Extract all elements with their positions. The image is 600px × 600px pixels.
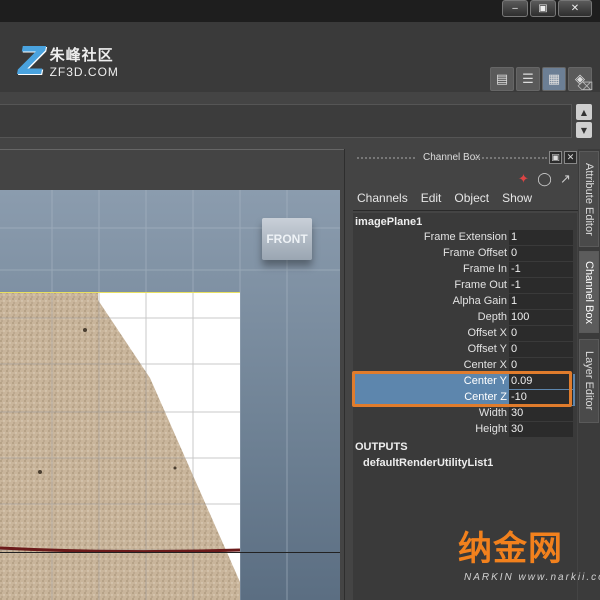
attr-row-offset-x[interactable]: Offset X 0 bbox=[353, 326, 575, 342]
scroll-down-icon[interactable]: ▼ bbox=[576, 122, 592, 138]
menu-channels[interactable]: Channels bbox=[357, 191, 408, 205]
attr-row-depth[interactable]: Depth 100 bbox=[353, 310, 575, 326]
command-scroll: ▲ ▼ bbox=[576, 104, 592, 138]
command-strip bbox=[0, 92, 600, 104]
outputs-header: OUTPUTS bbox=[355, 441, 408, 453]
image-plane bbox=[0, 292, 240, 600]
attr-row-frame-out[interactable]: Frame Out -1 bbox=[353, 278, 575, 294]
menu-edit[interactable]: Edit bbox=[421, 191, 442, 205]
horizon-line bbox=[0, 552, 340, 553]
side-tab-strip: Attribute Editor Channel Box Layer Edito… bbox=[578, 149, 600, 600]
stone-texture bbox=[0, 292, 240, 600]
watermark-cn: 纳金网 bbox=[458, 529, 563, 569]
minimize-button[interactable]: ‒ bbox=[502, 0, 528, 17]
close-panel-icon[interactable]: ✕ bbox=[564, 151, 577, 164]
attr-row-frame-extension[interactable]: Frame Extension 1 bbox=[353, 230, 575, 246]
scroll-up-icon[interactable]: ▲ bbox=[576, 104, 592, 120]
watermark-en: NARKIN www.narkii.com bbox=[464, 572, 600, 583]
command-history-field[interactable] bbox=[0, 104, 572, 138]
top-band: Z 朱峰社区 ZF3D.COM ▤ ☰ ▦ ◈ bbox=[0, 22, 600, 92]
annotation-highlight bbox=[352, 371, 572, 407]
clipboard-icon[interactable]: ▤ bbox=[490, 67, 514, 91]
channel-box-tools: ✦ ◯ ↗ bbox=[515, 171, 574, 188]
channel-box-toggle-icon[interactable]: ▦ bbox=[542, 67, 566, 91]
attr-row-frame-in[interactable]: Frame In -1 bbox=[353, 262, 575, 278]
menu-divider bbox=[353, 210, 578, 211]
arrow-icon[interactable]: ↗ bbox=[557, 171, 574, 188]
menu-object[interactable]: Object bbox=[454, 191, 489, 205]
attr-row-offset-y[interactable]: Offset Y 0 bbox=[353, 342, 575, 358]
tool-settings-icon[interactable]: ☰ bbox=[516, 67, 540, 91]
tab-attribute-editor[interactable]: Attribute Editor bbox=[579, 151, 599, 247]
panel-drag-grip-right[interactable] bbox=[475, 157, 547, 159]
logo-cn-text: 朱峰社区 bbox=[49, 46, 114, 64]
watermark: 纳金网 NARKIN www.narkii.com bbox=[458, 529, 600, 583]
attr-row-height[interactable]: Height 30 bbox=[353, 422, 575, 438]
title-bar: ‒ ▣ ✕ bbox=[0, 0, 600, 22]
logo-mark: Z bbox=[18, 39, 46, 83]
attr-row-alpha-gain[interactable]: Alpha Gain 1 bbox=[353, 294, 575, 310]
site-logo: Z 朱峰社区 ZF3D.COM bbox=[18, 42, 119, 80]
channel-box-title: Channel Box bbox=[423, 152, 481, 163]
logo-en-text: ZF3D.COM bbox=[49, 64, 119, 79]
menu-show[interactable]: Show bbox=[502, 191, 532, 205]
panel-drag-grip[interactable] bbox=[357, 157, 415, 159]
tab-channel-box[interactable]: Channel Box bbox=[579, 251, 599, 333]
attr-row-frame-offset[interactable]: Frame Offset 0 bbox=[353, 246, 575, 262]
tab-layer-editor[interactable]: Layer Editor bbox=[579, 339, 599, 423]
node-name[interactable]: imagePlane1 bbox=[355, 216, 422, 228]
float-panel-icon[interactable]: ▣ bbox=[549, 151, 562, 164]
channel-box-menu: Channels Edit Object Show bbox=[357, 191, 532, 205]
speed-icon[interactable]: ◯ bbox=[536, 171, 553, 188]
restore-button[interactable]: ▣ bbox=[530, 0, 556, 17]
manipulator-icon[interactable]: ✦ bbox=[515, 171, 532, 188]
close-button[interactable]: ✕ bbox=[558, 0, 592, 17]
window-controls: ‒ ▣ ✕ bbox=[502, 0, 592, 17]
output-node[interactable]: defaultRenderUtilityList1 bbox=[363, 457, 493, 469]
view-cube[interactable]: FRONT bbox=[262, 218, 312, 260]
front-viewport[interactable]: FRONT bbox=[0, 190, 340, 600]
attr-row-width[interactable]: Width 30 bbox=[353, 406, 575, 422]
trash-icon[interactable]: ⌫ bbox=[577, 80, 593, 93]
